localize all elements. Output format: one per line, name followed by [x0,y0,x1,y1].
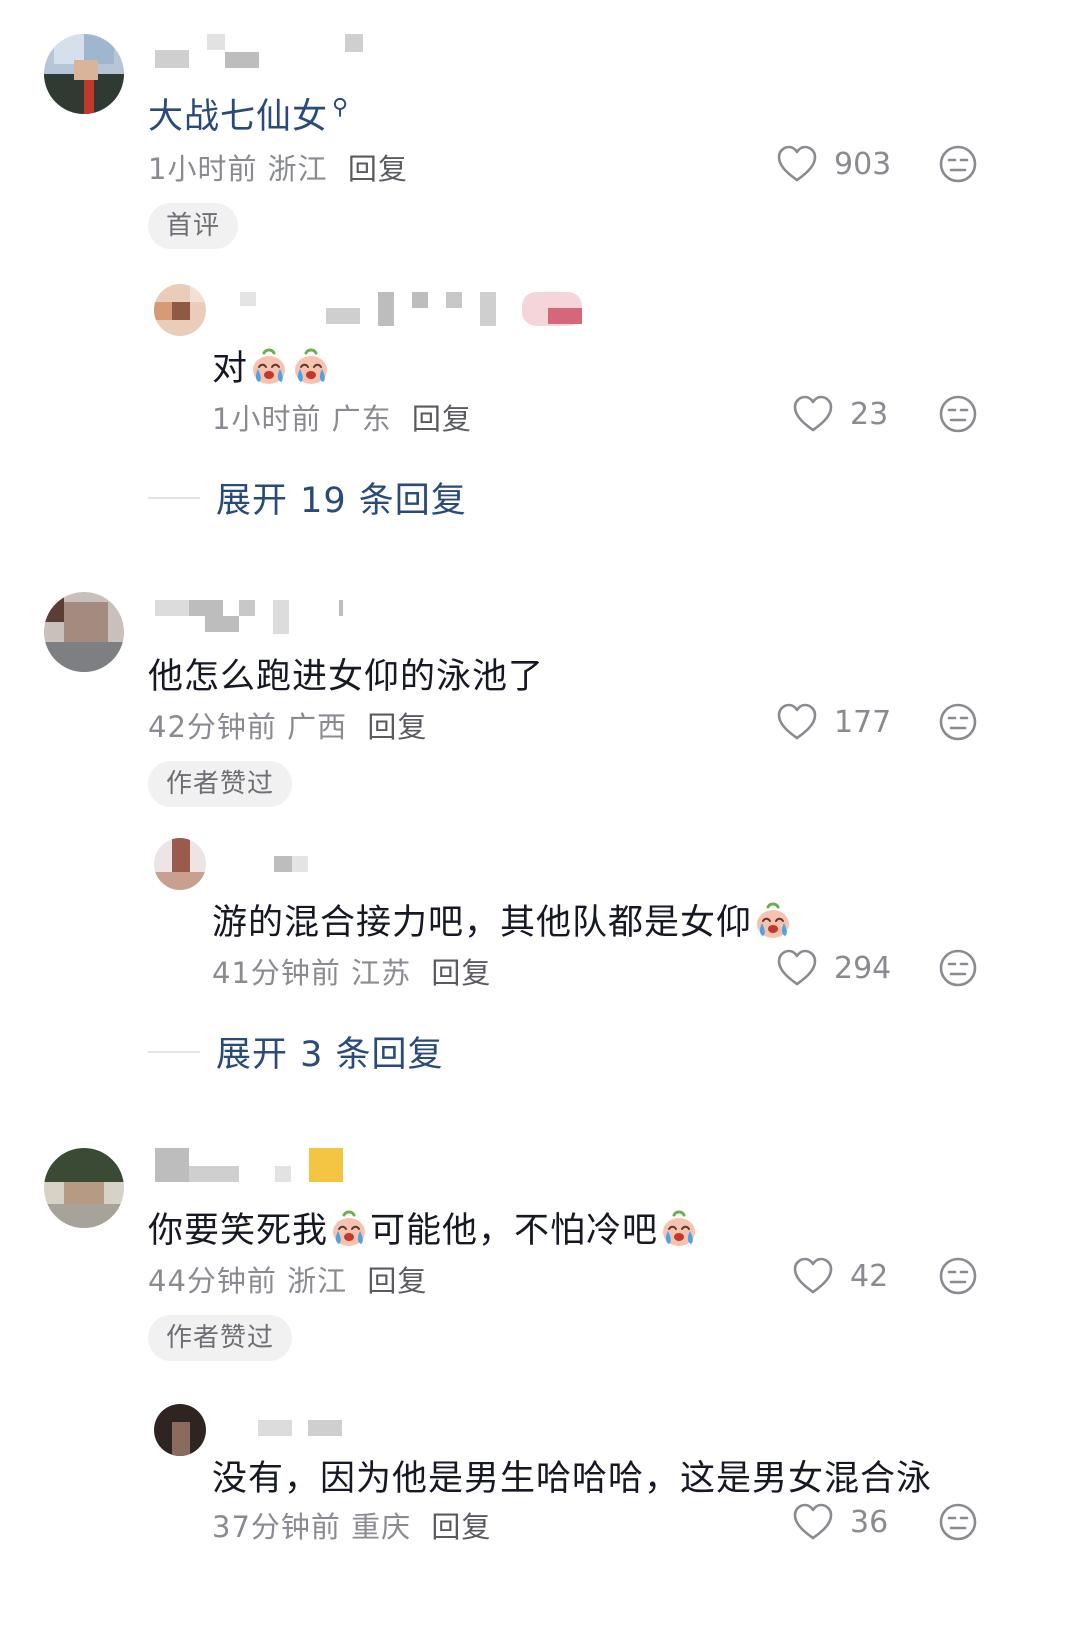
like-button[interactable]: 36 [792,1502,888,1542]
comment-text: 你要笑死我 可能他，不怕冷吧 [148,1202,700,1253]
reply-button[interactable]: 回复 [431,1510,491,1544]
reply-avatar[interactable] [154,1404,206,1456]
comment-location: 浙江 [287,1264,348,1298]
heart-outline-icon[interactable] [792,1502,834,1542]
reply-text: 没有，因为他是男生哈哈哈，这是男女混合泳 [212,1459,933,1499]
reply-button[interactable]: 回复 [367,1264,427,1298]
username-redacted[interactable] [155,1148,355,1188]
reply-time: 37分钟前 [212,1510,341,1544]
crying-face-emoji [329,1209,369,1249]
comment-thread-3: 你要笑死我 可能他，不怕冷吧 44分钟前 浙江 回复 42 作者赞过 没有，因为他… [0,0,1080,1648]
reply-meta: 37分钟前 重庆 回复 [212,1504,491,1546]
comment-meta: 44分钟前 浙江 回复 [148,1258,427,1300]
comment-time: 44分钟前 [148,1264,277,1298]
reply-username-redacted[interactable] [222,1410,362,1450]
like-count: 36 [850,1504,889,1540]
reply-location: 重庆 [351,1510,412,1544]
crying-face-emoji [659,1209,699,1249]
neutral-face-icon[interactable] [938,1256,978,1296]
author-liked-tag: 作者赞过 [148,1315,293,1361]
neutral-face-icon[interactable] [938,1502,978,1542]
heart-outline-icon[interactable] [792,1256,834,1296]
avatar[interactable] [44,1148,124,1228]
like-button[interactable]: 42 [792,1256,888,1296]
like-count: 42 [850,1258,889,1294]
